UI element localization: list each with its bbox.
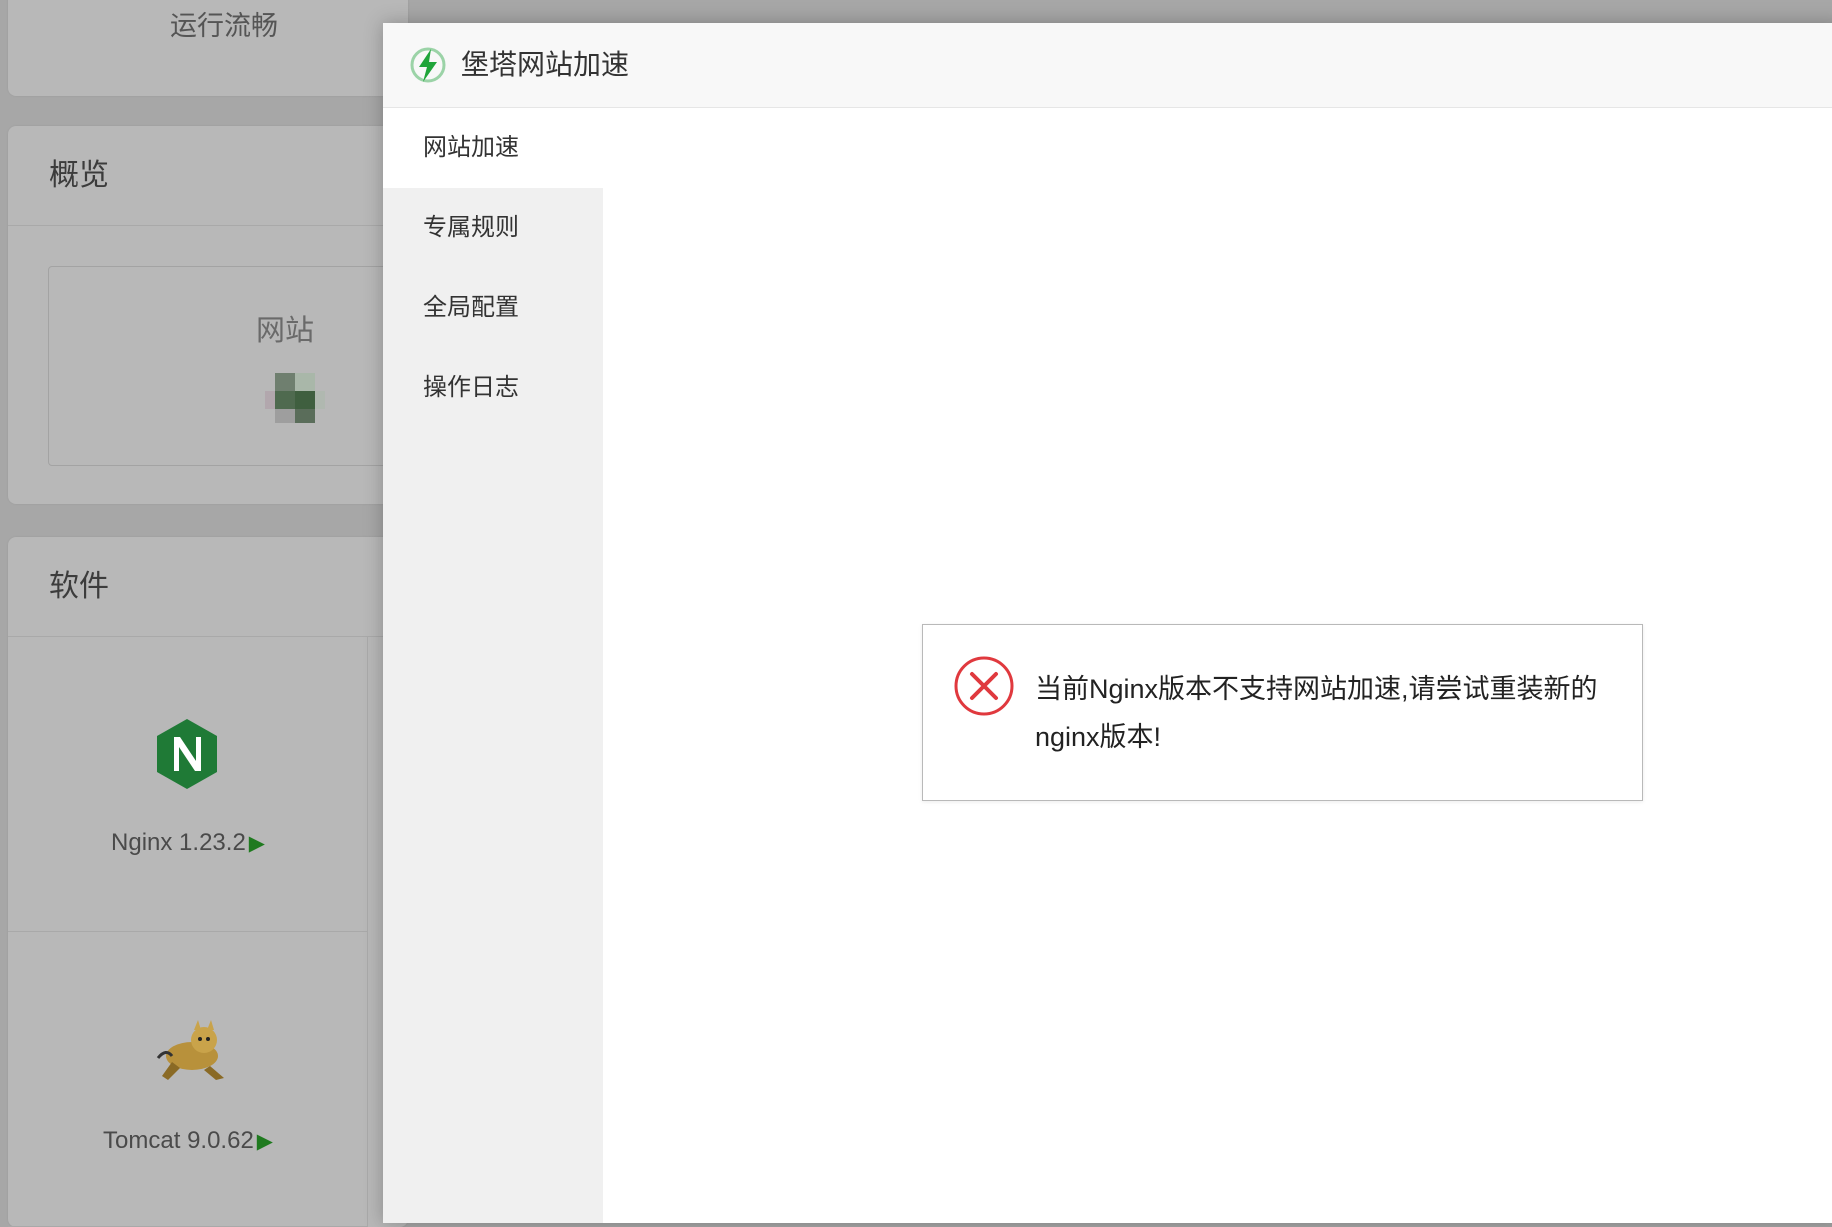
tomcat-name: Tomcat 9.0.62 [103, 1127, 254, 1154]
software-card: 软件 Nginx 1.23.2 ▶ Tomcat 9.0.62 ▶ [8, 537, 408, 1227]
site-count-pixelated [265, 373, 325, 423]
overview-card: 概览 网站 [8, 126, 420, 504]
play-icon[interactable]: ▶ [257, 1130, 273, 1153]
nav-item-website-acceleration[interactable]: 网站加速 [383, 108, 603, 188]
site-stat-box[interactable]: 网站 [48, 266, 420, 466]
site-stat-label: 网站 [256, 315, 315, 347]
nginx-logo-icon [157, 719, 217, 789]
software-item-label: Tomcat 9.0.62 ▶ [8, 1127, 368, 1155]
nginx-name: Nginx 1.23.2 [111, 829, 246, 856]
error-alert: 当前Nginx版本不支持网站加速,请尝试重装新的nginx版本! [922, 624, 1643, 801]
software-title: 软件 [8, 537, 408, 637]
software-item-tomcat[interactable]: Tomcat 9.0.62 ▶ [8, 932, 368, 1227]
nav-item-operation-log[interactable]: 操作日志 [383, 348, 603, 428]
modal-header[interactable]: 堡塔网站加速 [383, 23, 1832, 108]
status-text: 运行流畅 [170, 11, 278, 41]
status-card: 运行流畅 [8, 0, 408, 96]
play-icon[interactable]: ▶ [249, 832, 265, 855]
nav-item-global-config[interactable]: 全局配置 [383, 268, 603, 348]
overview-title: 概览 [8, 126, 408, 226]
modal-title: 堡塔网站加速 [461, 49, 630, 80]
alert-message: 当前Nginx版本不支持网站加速,请尝试重装新的nginx版本! [1035, 674, 1598, 752]
error-circle-icon [954, 656, 1014, 716]
modal-sidebar-nav: 网站加速 专属规则 全局配置 操作日志 [383, 108, 603, 1223]
website-acceleration-modal: 堡塔网站加速 网站加速 专属规则 全局配置 操作日志 [383, 23, 1832, 1223]
software-item-nginx[interactable]: Nginx 1.23.2 ▶ [8, 637, 368, 932]
software-item-label: Nginx 1.23.2 ▶ [8, 829, 368, 857]
tomcat-logo-icon [156, 1020, 224, 1080]
lightning-icon [410, 47, 446, 83]
nav-item-exclusive-rules[interactable]: 专属规则 [383, 188, 603, 268]
